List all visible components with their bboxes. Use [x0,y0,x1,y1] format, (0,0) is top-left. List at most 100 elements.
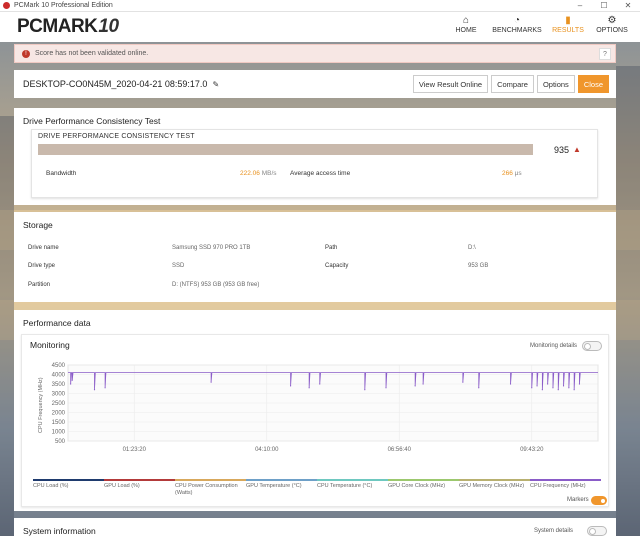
bandwidth-unit: MB/s [261,170,277,177]
access-time-label: Average access time [290,170,351,177]
monitoring-details-label: Monitoring details [530,343,578,349]
system-info-heading: System information [23,526,96,536]
system-info-panel: System information System details [14,518,616,536]
path-label: Path [325,245,338,251]
bandwidth-label: Bandwidth [46,170,77,177]
nav-results[interactable]: ▮ RESULTS [544,14,592,34]
legend-label: CPU Load (%) [33,483,69,489]
window-title: PCMark 10 Professional Edition [14,2,113,9]
capacity-value: 953 GB [468,263,489,269]
data-point [210,381,212,383]
toggle-knob [584,343,591,350]
chart-legend: CPU Load (%) GPU Load (%) CPU Power Cons… [33,479,603,497]
data-point [509,383,512,385]
dpc-card-title: DRIVE PERFORMANCE CONSISTENCY TEST [38,133,195,140]
pcmark-logo: PCMARK 10 [17,16,119,38]
score-bar [38,144,533,155]
y-tick-label: 1500 [52,420,66,426]
performance-heading: Performance data [23,318,91,328]
help-button[interactable]: ? [599,48,611,60]
compare-button[interactable]: Compare [491,75,534,93]
data-point [552,387,554,389]
monitoring-chart: 500 1000 1500 2000 2500 3000 3500 4000 4500 01:23… [38,363,599,453]
data-point [541,389,543,391]
nav-benchmarks[interactable]: ◔ BENCHMARKS [490,14,544,34]
legend-label: GPU Load (%) [104,483,140,489]
data-point [536,385,538,387]
warning-triangle-icon: ▲ [573,145,581,154]
legend-label: CPU Temperature (°C) [317,483,373,489]
y-tick-label: 2500 [52,401,66,407]
access-time-number: 266 [502,170,513,177]
path-value: D:\ [468,245,476,251]
y-tick-label: 4000 [52,373,66,379]
data-point [93,389,96,391]
nav-options[interactable]: ⚙ OPTIONS [592,14,632,34]
legend-label: CPU Frequency (MHz) [530,483,586,489]
home-icon: ⌂ [462,15,470,26]
warning-text: Score has not been validated online. [35,50,149,57]
x-tick-label: 09:43:20 [520,447,544,453]
legend-cpu-frequency[interactable]: CPU Frequency (MHz) [530,479,601,497]
data-point [308,387,310,389]
maximize-button[interactable]: ☐ [592,1,616,10]
data-point [385,387,387,389]
data-point [319,383,321,385]
toggle-knob [600,498,606,504]
drive-name-label: Drive name [28,245,59,251]
app-header: PCMARK 10 ⌂ HOME ◔ BENCHMARKS ▮ RESULTS ⚙… [0,12,640,42]
system-details-toggle[interactable] [587,526,607,536]
drive-type-value: SSD [172,263,185,269]
options-button[interactable]: Options [536,75,575,93]
performance-panel: Performance data Monitoring Monitoring d… [14,310,616,511]
minimize-button[interactable]: – [568,1,592,10]
storage-heading: Storage [23,220,53,230]
nav-home[interactable]: ⌂ HOME [442,14,490,34]
data-point [104,387,106,389]
legend-cpu-power[interactable]: CPU Power Consumption (Watts) [175,479,246,497]
logo-text: PCMARK [17,16,98,37]
edit-pencil-icon[interactable]: ✎ [212,80,219,89]
data-point [70,383,72,385]
legend-gpu-memory-clock[interactable]: GPU Memory Clock (MHz) [459,479,530,497]
monitoring-title: Monitoring [30,340,70,350]
data-point [290,385,292,387]
dpc-heading: Drive Performance Consistency Test [23,116,161,126]
close-button[interactable]: Close [577,75,609,93]
nav-options-label: OPTIONS [596,27,628,34]
legend-label: GPU Core Clock (MHz) [388,483,446,489]
main-nav: ⌂ HOME ◔ BENCHMARKS ▮ RESULTS ⚙ OPTIONS [442,14,632,34]
data-point [422,383,424,385]
y-tick-label: 1000 [52,430,66,436]
close-window-button[interactable]: ✕ [616,1,640,10]
data-point [71,379,73,381]
drive-name-value: Samsung SSD 970 PRO 1TB [172,245,251,251]
monitoring-details-toggle[interactable] [582,341,602,351]
access-time-value: 266 μs [502,170,522,177]
legend-cpu-temperature[interactable]: CPU Temperature (°C) [317,479,388,497]
data-point [568,387,570,389]
drive-type-label: Drive type [28,263,56,269]
y-tick-label: 3500 [52,382,66,388]
toggle-knob [589,528,596,535]
result-actions: View Result Online Compare Options Close [410,75,609,93]
legend-gpu-load[interactable]: GPU Load (%) [104,479,175,497]
legend-gpu-core-clock[interactable]: GPU Core Clock (MHz) [388,479,459,497]
nav-benchmarks-label: BENCHMARKS [492,27,542,34]
data-point [531,387,533,389]
partition-label: Partition [28,282,51,288]
logo-number: 10 [98,16,119,37]
data-point [478,387,480,389]
y-tick-label: 500 [55,439,66,445]
result-header: DESKTOP-CO0N45M_2020-04-21 08:59:17.0 ✎ … [14,70,616,98]
legend-gpu-temperature[interactable]: GPU Temperature (°C) [246,479,317,497]
nav-results-label: RESULTS [552,27,584,34]
data-point [557,389,559,391]
markers-toggle[interactable] [591,496,607,505]
storage-panel: Storage Drive name Samsung SSD 970 PRO 1… [14,212,616,302]
access-time-unit: μs [514,170,522,177]
data-point [562,385,565,387]
legend-cpu-load[interactable]: CPU Load (%) [33,479,104,497]
view-result-online-button[interactable]: View Result Online [412,75,489,93]
validation-warning: ! Score has not been validated online. ? [14,44,616,63]
